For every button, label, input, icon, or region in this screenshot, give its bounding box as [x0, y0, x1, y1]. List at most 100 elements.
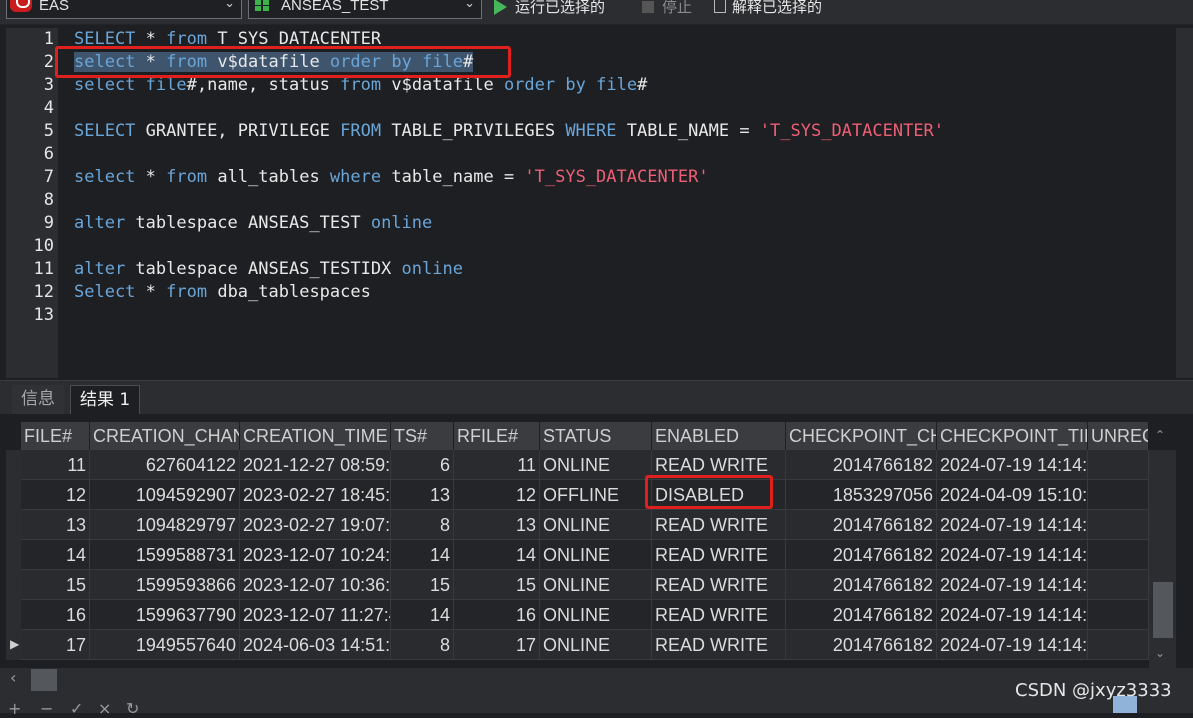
table-cell[interactable]: 17	[454, 630, 540, 660]
table-cell[interactable]: READ WRITE	[652, 630, 786, 660]
table-cell[interactable]: 13	[454, 510, 540, 540]
table-row[interactable]: 12 1094592907 2023-02-27 18:45: 13 12 OFFLINE…	[21, 480, 1149, 510]
table-row[interactable]: 15 1599593866 2023-12-07 10:36:0 15 15 ONLINE…	[21, 570, 1149, 600]
table-cell[interactable]: ONLINE	[540, 630, 652, 660]
table-cell[interactable]: 1094592907	[90, 480, 240, 510]
column-header[interactable]: FILE#	[21, 422, 90, 450]
discard-icon[interactable]: ×	[98, 699, 111, 718]
table-cell[interactable]: 2024-07-19 14:14:0	[937, 540, 1088, 570]
scroll-thumb[interactable]	[1153, 582, 1173, 638]
code-line[interactable]: alter tablespace ANSEAS_TEST online	[74, 212, 432, 235]
table-cell[interactable]	[1088, 570, 1149, 600]
table-cell[interactable]: 2023-02-27 19:07:	[240, 510, 391, 540]
column-header[interactable]: ENABLED	[652, 422, 786, 450]
column-header[interactable]: CREATION_TIME	[240, 422, 391, 450]
table-cell[interactable]: 12	[454, 480, 540, 510]
add-record-icon[interactable]: +	[8, 699, 21, 718]
table-cell[interactable]: 2024-06-03 14:51:2	[240, 630, 391, 660]
table-cell[interactable]: 16	[454, 600, 540, 630]
table-cell[interactable]: 2023-12-07 11:27:4	[240, 600, 391, 630]
table-cell[interactable]: 14	[391, 600, 454, 630]
table-cell[interactable]: 2024-07-19 14:14:0	[937, 510, 1088, 540]
scroll-down-icon[interactable]: ⌄	[1155, 646, 1165, 660]
table-cell[interactable]: 1599593866	[90, 570, 240, 600]
column-header[interactable]: CHECKPOINT_CHANGE#	[786, 422, 937, 450]
table-cell[interactable]: 1094829797	[90, 510, 240, 540]
table-cell[interactable]: OFFLINE	[540, 480, 652, 510]
code-line[interactable]: SELECT GRANTEE, PRIVILEGE FROM TABLE_PRI…	[74, 120, 944, 143]
table-row[interactable]: 13 1094829797 2023-02-27 19:07: 8 13 ONLINE RE…	[21, 510, 1149, 540]
table-row[interactable]: 16 1599637790 2023-12-07 11:27:4 14 16 ONLINE…	[21, 600, 1149, 630]
table-cell[interactable]: READ WRITE	[652, 540, 786, 570]
table-cell[interactable]: 8	[391, 630, 454, 660]
scroll-left-icon[interactable]: ‹	[10, 668, 16, 687]
table-cell[interactable]: 8	[391, 510, 454, 540]
table-cell[interactable]	[1088, 510, 1149, 540]
table-cell[interactable]: READ WRITE	[652, 600, 786, 630]
table-cell[interactable]: READ WRITE	[652, 510, 786, 540]
table-cell[interactable]: 2023-02-27 18:45:	[240, 480, 391, 510]
table-cell[interactable]	[1088, 540, 1149, 570]
code-line[interactable]: select * from all_tables where table_nam…	[74, 166, 709, 189]
table-cell[interactable]: 2024-07-19 14:14:0	[937, 450, 1088, 480]
database-select[interactable]: ANSEAS_TEST ⌄	[248, 0, 482, 19]
horizontal-scroll-thumb[interactable]	[31, 669, 57, 691]
stop-button[interactable]: 停止	[642, 0, 692, 16]
column-header[interactable]: RFILE#	[454, 422, 540, 450]
table-cell[interactable]: ONLINE	[540, 540, 652, 570]
table-cell[interactable]: 14	[391, 540, 454, 570]
code-line[interactable]: Select * from dba_tablespaces	[74, 281, 371, 304]
table-row[interactable]: 11 627604122 2021-12-27 08:59:5 6 11 ONLINE RE…	[21, 450, 1149, 480]
table-cell[interactable]	[1088, 600, 1149, 630]
table-cell[interactable]: 2024-07-19 14:14:0	[937, 630, 1088, 660]
connection-select[interactable]: EAS ⌄	[6, 0, 242, 19]
column-header[interactable]: UNRECOVERABLE	[1088, 422, 1149, 450]
table-cell[interactable]: 16	[21, 600, 90, 630]
table-cell[interactable]: 2023-12-07 10:36:0	[240, 570, 391, 600]
run-selected-button[interactable]: 运行已选择的	[494, 0, 605, 16]
column-header[interactable]: TS#	[391, 422, 454, 450]
table-cell[interactable]: 15	[391, 570, 454, 600]
column-header[interactable]: CREATION_CHANGE#	[90, 422, 240, 450]
table-cell[interactable]: 12	[21, 480, 90, 510]
table-cell[interactable]: 2021-12-27 08:59:5	[240, 450, 391, 480]
grid-vertical-scrollbar[interactable]: ⌃ ⌄	[1149, 428, 1176, 668]
table-cell[interactable]: 2014766182	[786, 570, 937, 600]
table-row[interactable]: 14 1599588731 2023-12-07 10:24:0 14 14 ONLINE…	[21, 540, 1149, 570]
table-cell[interactable]: 1599637790	[90, 600, 240, 630]
code-line[interactable]: alter tablespace ANSEAS_TESTIDX online	[74, 258, 463, 281]
table-row[interactable]: 17 1949557640 2024-06-03 14:51:2 8 17 ONLINE R…	[21, 630, 1149, 660]
table-cell[interactable]: 2024-07-19 14:14:0	[937, 600, 1088, 630]
table-cell[interactable]: ONLINE	[540, 450, 652, 480]
code-area[interactable]: SELECT * from T_SYS_DATACENTER select * f…	[58, 28, 1176, 378]
apply-icon[interactable]: ✓	[70, 699, 83, 718]
table-cell[interactable]	[1088, 630, 1149, 660]
table-cell[interactable]: 2024-04-09 15:10:2	[937, 480, 1088, 510]
editor-scrollbar[interactable]	[1176, 28, 1193, 378]
table-cell[interactable]: ONLINE	[540, 600, 652, 630]
tab-result-1[interactable]: 结果 1	[70, 385, 141, 414]
table-cell[interactable]	[1088, 450, 1149, 480]
table-cell[interactable]: 1599588731	[90, 540, 240, 570]
tab-info[interactable]: 信息	[12, 385, 64, 414]
table-cell[interactable]: 15	[21, 570, 90, 600]
table-cell[interactable]: ONLINE	[540, 510, 652, 540]
table-cell[interactable]: 17	[21, 630, 90, 660]
table-cell[interactable]: 15	[454, 570, 540, 600]
table-cell[interactable]: 2023-12-07 10:24:0	[240, 540, 391, 570]
table-cell[interactable]: READ WRITE	[652, 570, 786, 600]
table-cell[interactable]: 14	[454, 540, 540, 570]
table-cell[interactable]: 13	[391, 480, 454, 510]
table-cell[interactable]: 627604122	[90, 450, 240, 480]
table-cell[interactable]: 2014766182	[786, 450, 937, 480]
column-header[interactable]: STATUS	[540, 422, 652, 450]
table-cell[interactable]: 2014766182	[786, 600, 937, 630]
table-cell[interactable]: 2014766182	[786, 630, 937, 660]
refresh-icon[interactable]: ↻	[126, 699, 139, 718]
table-cell[interactable]: 1853297056	[786, 480, 937, 510]
table-cell[interactable]	[1088, 480, 1149, 510]
table-cell[interactable]: 14	[21, 540, 90, 570]
table-cell[interactable]: 11	[454, 450, 540, 480]
scroll-up-icon[interactable]: ⌃	[1155, 428, 1165, 442]
table-cell[interactable]: 11	[21, 450, 90, 480]
